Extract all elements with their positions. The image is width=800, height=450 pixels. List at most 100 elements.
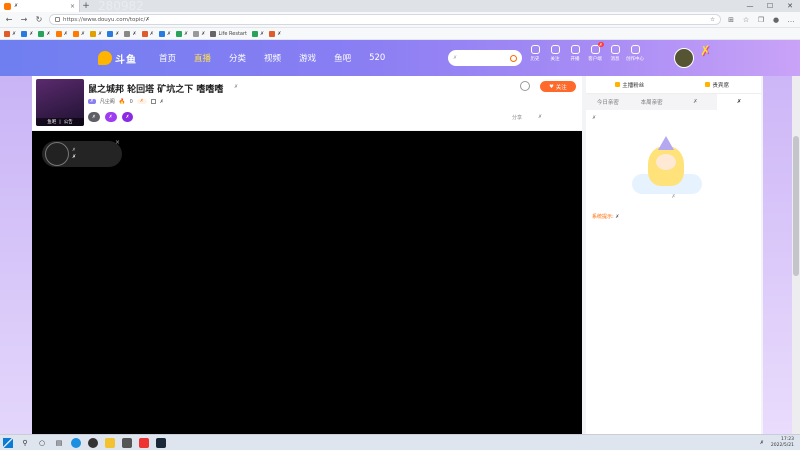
collections-icon[interactable]: ❐ xyxy=(756,16,766,24)
scrollbar-thumb[interactable] xyxy=(793,136,799,276)
clock[interactable]: 17:23 2022/5/21 xyxy=(771,437,794,448)
site-header: 斗鱼 首页 直播 分类 视频 游戏 鱼吧 520 ✗ 历史 关注 开播 ✗ 客户端… xyxy=(0,40,800,76)
search-icon[interactable] xyxy=(510,54,517,62)
file-explorer-icon[interactable] xyxy=(105,437,115,448)
bookmark-item[interactable]: ✗ xyxy=(55,30,68,37)
follow-icon xyxy=(550,45,560,54)
header-icons: 历史 关注 开播 ✗ 客户端 消息 创作中心 xyxy=(528,42,644,62)
event-banner[interactable]: ✗ xyxy=(699,43,711,59)
bookmark-favicon-icon xyxy=(90,30,97,37)
refresh-icon[interactable]: ↻ xyxy=(34,15,44,24)
tab-week-intimacy[interactable]: 本周亲密 xyxy=(630,94,674,110)
search-input[interactable]: ✗ xyxy=(448,50,522,66)
system-tray[interactable]: ✗ xyxy=(760,440,764,446)
app-icon[interactable] xyxy=(122,437,132,448)
bookmark-item[interactable]: ✗ xyxy=(176,30,188,37)
user-avatar[interactable] xyxy=(674,48,694,68)
nav-520[interactable]: 520 xyxy=(369,53,385,63)
announcement-link[interactable]: 公告 xyxy=(64,119,73,125)
tab-rank-3[interactable]: ✗ xyxy=(674,94,718,110)
nav-category[interactable]: 分类 xyxy=(229,52,246,64)
broadcast-button[interactable]: 开播 xyxy=(568,45,582,62)
steam-icon[interactable] xyxy=(156,437,166,448)
bookmark-item[interactable]: ✗ xyxy=(107,30,119,37)
client-button[interactable]: ✗ 客户端 xyxy=(588,42,604,62)
extensions-icon[interactable]: ⊞ xyxy=(726,16,736,24)
tab-today-intimacy[interactable]: 今日亲密 xyxy=(586,94,630,110)
bookmark-item[interactable]: ✗ xyxy=(269,30,281,37)
bookmark-item[interactable]: ✗ xyxy=(193,30,205,37)
bookmark-item[interactable]: ✗ xyxy=(38,30,51,37)
douyu-logo[interactable]: 斗鱼 xyxy=(98,51,137,66)
bookmark-item[interactable]: ✗ xyxy=(124,30,137,37)
tab-vip-seat[interactable]: 贵宾席 xyxy=(674,76,762,93)
bookmark-favicon-icon xyxy=(124,30,131,37)
nav-live[interactable]: 直播 xyxy=(194,52,211,64)
tab-streamer-fans[interactable]: 主播粉丝 xyxy=(586,76,674,93)
close-window-icon[interactable]: ✕ xyxy=(780,2,800,10)
pill-challenge[interactable]: ✗ xyxy=(104,112,117,122)
start-icon[interactable] xyxy=(3,437,13,448)
taskview-icon[interactable]: ▤ xyxy=(54,438,64,448)
browser-tab[interactable]: ✗ × xyxy=(0,0,80,12)
more-icon[interactable]: … xyxy=(786,16,796,24)
bookmark-star-icon[interactable]: ☆ xyxy=(710,17,715,23)
bookmark-favicon-icon xyxy=(21,30,28,37)
nav-fishbar[interactable]: 鱼吧 xyxy=(334,52,351,64)
url-input[interactable]: https://www.douyu.com/topic/✗ ☆ xyxy=(49,14,721,25)
follow-button[interactable]: 关注 xyxy=(540,81,576,92)
windows-taskbar: ⚲ ○ ▤ ✗ 17:23 2022/5/21 xyxy=(0,434,800,450)
close-icon[interactable]: × xyxy=(115,139,120,146)
lock-icon xyxy=(55,17,60,22)
app-icon[interactable] xyxy=(88,437,98,448)
edge-icon[interactable] xyxy=(71,437,81,448)
pill-level[interactable]: ✗ xyxy=(88,112,100,122)
search-icon[interactable]: ⚲ xyxy=(20,438,30,448)
sidebar-top-tabs: 主播粉丝 贵宾席 xyxy=(586,76,761,94)
refresh-stream-icon[interactable] xyxy=(520,81,530,91)
bookmark-item[interactable]: ✗ xyxy=(90,30,102,37)
tag-pills: ✗ ✗ ✗ xyxy=(88,112,134,122)
bookmark-item[interactable]: ✗ xyxy=(72,30,85,37)
bookmark-favicon-icon xyxy=(107,30,114,37)
close-tab-icon[interactable]: × xyxy=(70,3,75,10)
follow-list-button[interactable]: 关注 xyxy=(548,45,562,62)
tab-rank-4[interactable]: ✗ xyxy=(717,94,761,110)
new-tab-button[interactable]: + xyxy=(80,1,92,11)
rank-tag[interactable]: ✗ xyxy=(136,99,147,104)
video-player[interactable]: ✗ ✗ × xyxy=(32,131,582,434)
bookmark-item[interactable]: ✗ xyxy=(4,30,16,37)
fishbar-link[interactable]: 鱼吧 xyxy=(47,119,56,125)
streamer-avatar[interactable]: 鱼吧 | 公告 xyxy=(36,79,84,126)
favorites-icon[interactable]: ☆ xyxy=(741,16,751,24)
bookmark-item[interactable]: ✗ xyxy=(158,30,171,37)
share-button[interactable]: 分享 xyxy=(512,114,522,121)
profile-icon[interactable]: ● xyxy=(771,16,781,24)
message-icon xyxy=(610,45,620,54)
task-view-icon[interactable]: ○ xyxy=(37,438,47,448)
bookmark-item[interactable]: ✗ xyxy=(141,30,154,37)
back-icon[interactable]: ← xyxy=(4,15,14,24)
bookmark-item[interactable]: Life Restart xyxy=(210,30,247,37)
app-icon[interactable] xyxy=(139,437,149,448)
page-scrollbar[interactable] xyxy=(792,76,800,434)
streamer-name[interactable]: 凡尘阁 xyxy=(100,98,115,105)
system-notice-text: ✗ xyxy=(615,214,620,220)
main-nav: 首页 直播 分类 视频 游戏 鱼吧 520 xyxy=(159,52,385,64)
home-text[interactable]: ✗ xyxy=(160,99,164,105)
maximize-icon[interactable]: ☐ xyxy=(760,2,780,10)
creator-center-button[interactable]: 创作中心 xyxy=(626,45,644,62)
bookmark-item[interactable]: ✗ xyxy=(21,30,33,37)
minimize-icon[interactable]: — xyxy=(740,2,760,10)
nav-home[interactable]: 首页 xyxy=(159,52,176,64)
streamer-notice-card[interactable]: ✗ ✗ × xyxy=(42,139,122,167)
nav-games[interactable]: 游戏 xyxy=(299,52,316,64)
nav-video[interactable]: 视频 xyxy=(264,52,281,64)
report-button[interactable]: ✗ xyxy=(538,114,542,120)
pill-fan-group[interactable]: ✗ xyxy=(121,112,134,122)
room-category[interactable]: ✗ xyxy=(234,84,238,90)
message-button[interactable]: 消息 xyxy=(608,45,622,62)
history-button[interactable]: 历史 xyxy=(528,45,542,62)
forward-icon[interactable]: → xyxy=(19,15,29,24)
bookmark-item[interactable]: ✗ xyxy=(252,30,264,37)
